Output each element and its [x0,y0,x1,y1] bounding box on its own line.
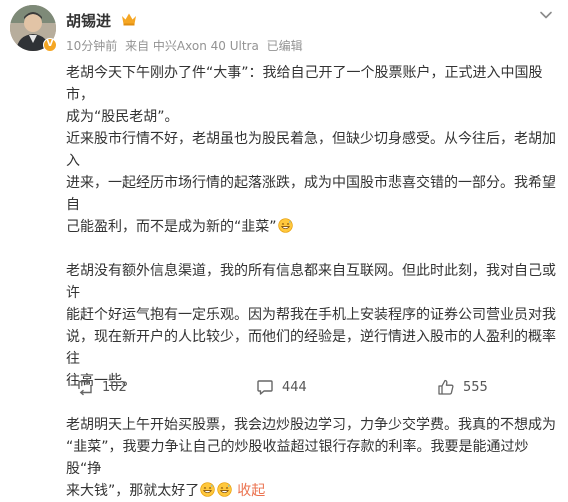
post-line: 进来，一起经历市场行情的起落涨跌，成为中国股市悲喜交错的一部分。我希望自 [66,175,556,213]
post-line: “韭菜”，我要力争让自己的炒股收益超过银行存款的利率。我要是能通过炒股“挣 [66,439,529,477]
post-line: 能赶个好运气抱有一定乐观。因为帮我在手机上安装程序的证券公司营业员对我 [66,307,556,323]
grin-sweat-emoji-icon [200,482,215,497]
post-line: 说，现在新开户的人比较少，而他们的经验是，逆行情进入股市的人盈利的概率往 [66,329,556,367]
post-content: 老胡今天下午刚办了件“大事”：我给自己开了一个股票账户，正式进入中国股市， 成为… [66,62,558,502]
like-count: 555 [463,379,488,395]
repost-button[interactable]: 102 [76,377,127,397]
post-line: 来大钱”，那就太好了 [66,483,200,499]
grin-sweat-emoji-icon [277,218,293,233]
comment-button[interactable]: 444 [256,377,307,397]
post-source: 来自 中兴Axon 40 Ultra [125,39,259,53]
post-time[interactable]: 10分钟前 [66,39,117,53]
post-line: 老胡明天上午开始买股票，我会边炒股边学习，力争少交学费。我真的不想成为 [66,417,556,433]
post-actions: 102 444 555 [0,372,568,401]
author-name[interactable]: 胡锡进 [66,10,111,31]
comment-count: 444 [282,379,307,395]
post-line: 老胡没有额外信息渠道，我的所有信息都来自互联网。但此时此刻，我对自己或许 [66,263,556,301]
like-button[interactable]: 555 [437,377,488,397]
post-paragraph: 老胡今天下午刚办了件“大事”：我给自己开了一个股票账户，正式进入中国股市， 成为… [66,62,558,238]
post-paragraph: 老胡明天上午开始买股票，我会边炒股边学习，力争少交学费。我真的不想成为 “韭菜”… [66,414,558,502]
post-line: 己能盈利，而不是成为新的“韭菜” [66,219,277,235]
repost-icon [78,378,92,396]
comment-icon [257,380,273,395]
post-line: 成为“股民老胡”。 [66,109,179,125]
repost-count: 102 [102,379,127,395]
post-meta: 10分钟前 来自 中兴Axon 40 Ultra 已编辑 [66,37,303,54]
thumbs-up-icon [438,379,454,395]
post-line: 老胡今天下午刚办了件“大事”：我给自己开了一个股票账户，正式进入中国股市， [66,65,543,103]
grin-sweat-emoji-icon [217,482,232,497]
collapse-link[interactable]: 收起 [237,483,265,499]
post-line: 近来股市行情不好，老胡虽也为股民着急，但缺少切身感受。从今往后，老胡加入 [66,131,556,169]
crown-icon[interactable] [121,12,137,26]
verified-badge: V [43,38,57,52]
post-header: V 胡锡进 10分钟前 来自 中兴Axon 40 Ultra 已编辑 [0,0,568,60]
post-edited-tag[interactable]: 已编辑 [267,39,303,53]
chevron-down-icon[interactable] [537,6,555,24]
